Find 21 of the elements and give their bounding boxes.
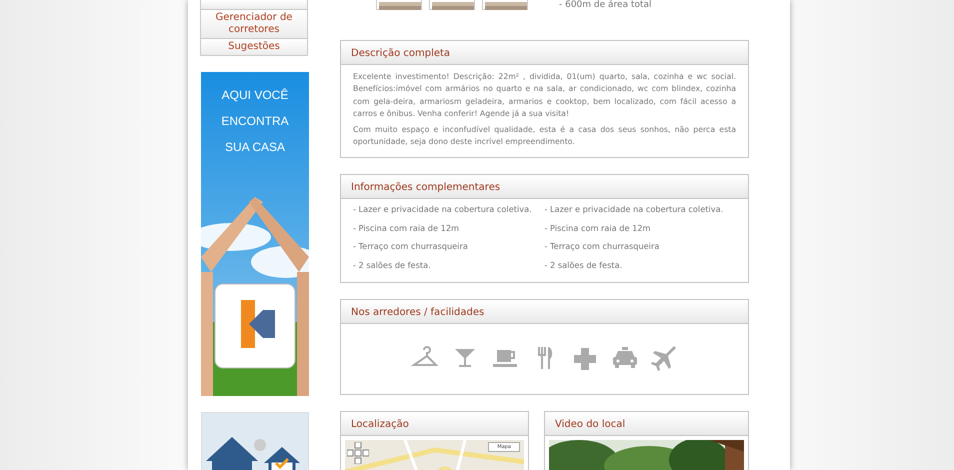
feature-text: - 600m de área total <box>559 0 652 10</box>
panel-title: Descrição completa <box>341 41 748 65</box>
panel-title: Informações complementares <box>341 175 748 200</box>
list-item: - Lazer e privacidade na cobertura coletiva. <box>544 203 724 216</box>
banner-text: ENCONTRA <box>220 113 290 130</box>
list-item: - Piscina com raia de 12m <box>353 222 460 235</box>
banner-text: AQUI VOCÊ <box>220 87 290 104</box>
list-item: - Piscina com raia de 12m <box>544 222 652 235</box>
panel-title: Localização <box>341 412 528 436</box>
panel-title: Nos arredores / facilidades <box>341 300 748 324</box>
list-item: - 2 salões de festa. <box>353 258 432 272</box>
list-item: - 2 salões de festa. <box>544 258 624 272</box>
panel-title: Video do local <box>545 412 748 436</box>
list-item: - Terraço com churrasqueira <box>544 240 660 254</box>
menu-item[interactable]: Sugestões <box>200 39 308 56</box>
list-item: - Lazer e privacidade na cobertura coletiva. <box>353 203 533 216</box>
map-pan-control[interactable] <box>347 442 369 464</box>
menu-item[interactable]: Gerenciador de corretores <box>200 10 308 39</box>
menu-item[interactable] <box>200 0 308 10</box>
banner-text: SUA CASA <box>224 139 286 156</box>
list-item: - Terraço com churrasqueira <box>353 240 469 254</box>
